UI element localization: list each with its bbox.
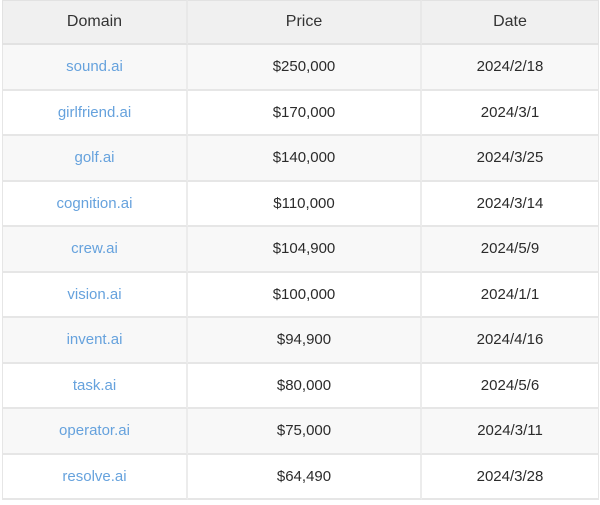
domain-link[interactable]: cognition.ai — [57, 195, 133, 212]
table-row: crew.ai $104,900 2024/5/9 — [2, 227, 599, 273]
cell-price: $170,000 — [188, 90, 422, 136]
cell-domain: operator.ai — [2, 409, 188, 455]
domain-sales-table-container: Domain Price Date sound.ai $250,000 2024/2… — [0, 0, 600, 505]
column-header-price[interactable]: Price — [188, 0, 422, 45]
cell-domain: girlfriend.ai — [2, 90, 188, 136]
cell-price: $94,900 — [188, 318, 422, 364]
cell-price: $100,000 — [188, 272, 422, 318]
column-header-date[interactable]: Date — [422, 0, 599, 45]
cell-domain: task.ai — [2, 363, 188, 409]
cell-domain: golf.ai — [2, 136, 188, 182]
table-row: cognition.ai $110,000 2024/3/14 — [2, 181, 599, 227]
cell-price: $110,000 — [188, 181, 422, 227]
table-row: sound.ai $250,000 2024/2/18 — [2, 45, 599, 91]
cell-domain: crew.ai — [2, 227, 188, 273]
column-header-domain[interactable]: Domain — [2, 0, 188, 45]
cell-date: 2024/3/25 — [422, 136, 599, 182]
table-row: resolve.ai $64,490 2024/3/28 — [2, 454, 599, 500]
cell-date: 2024/4/16 — [422, 318, 599, 364]
cell-date: 2024/3/28 — [422, 454, 599, 500]
table-row: invent.ai $94,900 2024/4/16 — [2, 318, 599, 364]
table-row: vision.ai $100,000 2024/1/1 — [2, 272, 599, 318]
domain-link[interactable]: resolve.ai — [62, 468, 126, 485]
cell-price: $75,000 — [188, 409, 422, 455]
domain-link[interactable]: operator.ai — [59, 422, 130, 439]
domain-link[interactable]: crew.ai — [71, 240, 118, 257]
domain-link[interactable]: vision.ai — [67, 286, 121, 303]
cell-price: $80,000 — [188, 363, 422, 409]
cell-domain: sound.ai — [2, 45, 188, 91]
cell-domain: resolve.ai — [2, 454, 188, 500]
domain-link[interactable]: sound.ai — [66, 58, 123, 75]
cell-price: $104,900 — [188, 227, 422, 273]
cell-domain: vision.ai — [2, 272, 188, 318]
cell-price: $140,000 — [188, 136, 422, 182]
cell-date: 2024/3/11 — [422, 409, 599, 455]
domain-link[interactable]: girlfriend.ai — [58, 104, 131, 121]
table-body: sound.ai $250,000 2024/2/18 girlfriend.ai $1… — [2, 45, 599, 500]
domain-link[interactable]: golf.ai — [74, 149, 114, 166]
cell-date: 2024/5/9 — [422, 227, 599, 273]
domain-sales-table: Domain Price Date sound.ai $250,000 2024/2… — [2, 0, 599, 500]
table-header-row: Domain Price Date — [2, 0, 599, 45]
table-row: operator.ai $75,000 2024/3/11 — [2, 409, 599, 455]
cell-date: 2024/1/1 — [422, 272, 599, 318]
domain-link[interactable]: invent.ai — [67, 331, 123, 348]
cell-date: 2024/3/14 — [422, 181, 599, 227]
table-row: golf.ai $140,000 2024/3/25 — [2, 136, 599, 182]
cell-date: 2024/2/18 — [422, 45, 599, 91]
cell-date: 2024/5/6 — [422, 363, 599, 409]
table-row: task.ai $80,000 2024/5/6 — [2, 363, 599, 409]
cell-domain: invent.ai — [2, 318, 188, 364]
domain-link[interactable]: task.ai — [73, 377, 116, 394]
cell-domain: cognition.ai — [2, 181, 188, 227]
table-row: girlfriend.ai $170,000 2024/3/1 — [2, 90, 599, 136]
table-header: Domain Price Date — [2, 0, 599, 45]
cell-price: $64,490 — [188, 454, 422, 500]
cell-price: $250,000 — [188, 45, 422, 91]
cell-date: 2024/3/1 — [422, 90, 599, 136]
